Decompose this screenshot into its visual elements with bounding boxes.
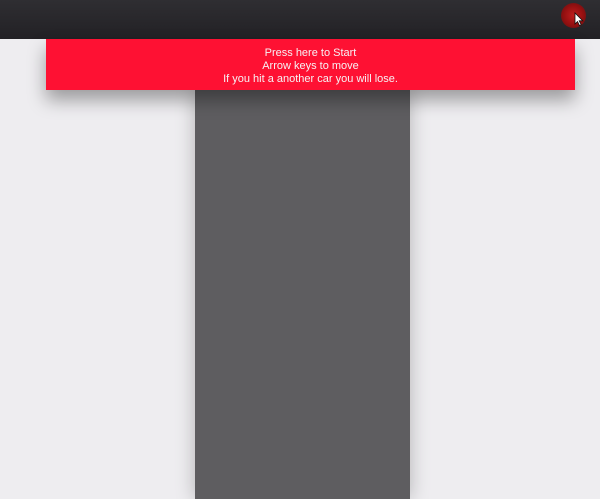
game-page: Press here to Start Arrow keys to move I… bbox=[0, 0, 600, 499]
mouse-pointer-icon bbox=[574, 12, 584, 26]
start-instruction: Press here to Start bbox=[264, 47, 357, 59]
top-bar bbox=[0, 0, 600, 39]
controls-instruction: Arrow keys to move bbox=[262, 60, 359, 72]
lose-condition-instruction: If you hit a another car you will lose. bbox=[223, 73, 398, 85]
start-button[interactable]: Press here to Start Arrow keys to move I… bbox=[46, 39, 575, 90]
road-track bbox=[195, 90, 410, 499]
